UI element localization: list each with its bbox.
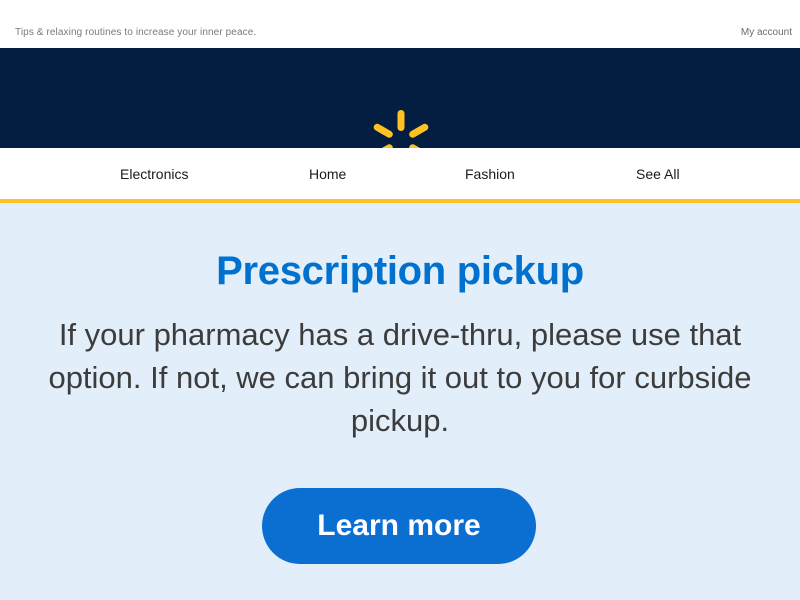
my-account-link[interactable]: My account <box>741 27 792 38</box>
nav-item-see-all[interactable]: See All <box>636 166 680 182</box>
category-nav: Electronics Home Fashion See All <box>0 148 800 203</box>
preheader: Tips & relaxing routines to increase you… <box>0 0 800 48</box>
preheader-text: Tips & relaxing routines to increase you… <box>15 27 257 38</box>
hero-body: If your pharmacy has a drive-thru, pleas… <box>48 317 752 438</box>
nav-item-electronics[interactable]: Electronics <box>120 166 188 182</box>
hero-title: Prescription pickup <box>216 249 584 293</box>
email-page: Tips & relaxing routines to increase you… <box>0 0 800 600</box>
brand-banner <box>0 48 800 172</box>
nav-item-home[interactable]: Home <box>309 166 346 182</box>
hero-section: Prescription pickup If your pharmacy has… <box>0 203 800 600</box>
nav-item-fashion[interactable]: Fashion <box>465 166 515 182</box>
learn-more-button[interactable]: Learn more <box>262 488 536 564</box>
